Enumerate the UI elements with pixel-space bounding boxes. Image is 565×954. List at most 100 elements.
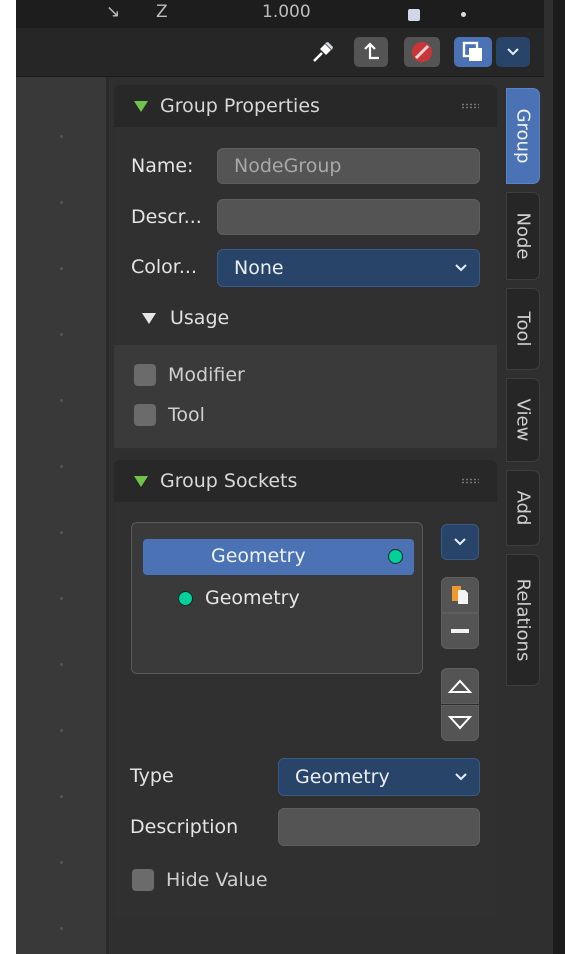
socket-description-label: Description [130, 816, 239, 838]
checkbox-box[interactable] [132, 869, 154, 891]
name-row: Name: [131, 155, 193, 177]
grid-dot [60, 135, 63, 138]
tab-label: Node [512, 212, 534, 260]
node-editor-sidebar-area: ↘ Z 1.000 Group Properties Name: NodeGro… [16, 0, 556, 954]
editor-header [16, 28, 544, 77]
color-dropdown[interactable]: None [217, 249, 480, 287]
expand-triangle-icon [134, 475, 148, 487]
triangle-down-icon [448, 716, 472, 730]
socket-type-icon [408, 9, 420, 21]
usage-subpanel: Modifier Tool [114, 345, 497, 448]
tab-node[interactable]: Node [506, 192, 540, 280]
grid-dot [60, 531, 63, 534]
socket-type-dropdown[interactable]: Geometry [278, 758, 480, 796]
description-row: Descr... [131, 206, 202, 228]
tab-label: Add [512, 490, 534, 526]
color-label: Color... [131, 256, 197, 278]
tab-label: Relations [512, 578, 534, 662]
socket-name: Geometry [211, 545, 306, 567]
tab-group[interactable]: Group [506, 88, 540, 184]
tab-relations[interactable]: Relations [506, 554, 540, 686]
tab-tool[interactable]: Tool [506, 288, 540, 370]
chevron-down-icon [454, 538, 466, 546]
checkbox-box[interactable] [134, 404, 156, 426]
socket-name: Geometry [205, 587, 300, 609]
chevron-down-icon [455, 773, 467, 781]
tab-add[interactable]: Add [506, 470, 540, 546]
grid-dot [60, 267, 63, 270]
socket-list[interactable]: Geometry Geometry [131, 522, 423, 674]
overlay-toggle-button[interactable] [454, 37, 492, 67]
group-sockets-header[interactable]: Group Sockets [114, 460, 497, 502]
duplicate-icon [452, 586, 468, 604]
color-row: Color... [131, 256, 197, 278]
name-label: Name: [131, 155, 194, 177]
group-properties-panel: Group Properties Name: NodeGroup Descr..… [114, 85, 497, 451]
modifier-checkbox[interactable]: Modifier [134, 364, 245, 386]
socket-type-value: Geometry [295, 766, 390, 788]
name-field[interactable]: NodeGroup [217, 148, 480, 184]
drag-grip-icon[interactable] [461, 478, 479, 484]
grid-dot [60, 333, 63, 336]
hide-value-checkbox[interactable]: Hide Value [132, 869, 268, 891]
move-socket-down-button[interactable] [441, 705, 479, 741]
grid-dot [60, 201, 63, 204]
pin-icon [313, 42, 333, 62]
socket-description-field[interactable] [278, 808, 480, 846]
minus-icon [451, 629, 469, 633]
parent-arrow-icon [364, 42, 379, 60]
geometry-socket-icon [388, 549, 403, 564]
tab-label: Group [512, 108, 534, 164]
overlay-options-button[interactable] [496, 37, 530, 67]
remove-socket-button[interactable] [441, 613, 479, 649]
modifier-label: Modifier [168, 364, 245, 386]
tool-label: Tool [168, 404, 205, 426]
add-socket-menu-button[interactable] [441, 524, 479, 560]
grid-dot [60, 597, 63, 600]
tool-checkbox[interactable]: Tool [134, 404, 205, 426]
collapse-triangle-icon [142, 312, 156, 324]
node-wrangler-icon [412, 42, 432, 62]
tab-view[interactable]: View [506, 378, 540, 462]
type-row: Type [130, 765, 174, 787]
group-sockets-panel: Group Sockets Geometry Geometry Type Geo… [114, 460, 497, 918]
expand-triangle-icon [134, 100, 148, 112]
axis-label: Z [156, 2, 168, 22]
duplicate-socket-button[interactable] [441, 577, 479, 613]
tab-label: View [512, 398, 534, 442]
chevron-down-icon [455, 264, 467, 272]
overlay-toggle-icon [462, 41, 482, 61]
chevron-down-icon [507, 48, 519, 56]
grid-dot [60, 795, 63, 798]
geometry-socket-icon [178, 590, 193, 606]
socket-list-item-output[interactable]: Geometry [143, 539, 414, 575]
grid-dot [60, 663, 63, 666]
grid-dot [60, 861, 63, 864]
usage-subpanel-header[interactable]: Usage [142, 307, 229, 329]
axis-value[interactable]: 1.000 [262, 2, 311, 22]
socket-list-item-input[interactable]: Geometry [178, 587, 300, 609]
checkbox-box[interactable] [134, 364, 156, 386]
parent-node-tree-button[interactable] [354, 37, 388, 67]
move-socket-up-button[interactable] [441, 668, 479, 704]
tab-label: Tool [512, 311, 534, 347]
description-field[interactable] [217, 199, 480, 235]
panel-title: Group Properties [160, 95, 320, 117]
grid-dot [60, 927, 63, 930]
drag-grip-icon[interactable] [461, 103, 479, 109]
node-wrangler-button[interactable] [404, 37, 440, 67]
pin-button[interactable] [308, 37, 338, 67]
grid-dot [60, 729, 63, 732]
node-canvas[interactable] [16, 77, 106, 954]
group-properties-header[interactable]: Group Properties [114, 85, 497, 127]
socket-description-row: Description [130, 816, 238, 838]
top-strip: ↘ Z 1.000 [16, 0, 544, 28]
description-label: Descr... [131, 206, 202, 228]
usage-title: Usage [170, 307, 230, 329]
dot-icon [461, 12, 466, 17]
region-divider[interactable] [106, 77, 109, 954]
hide-value-label: Hide Value [166, 869, 268, 891]
grid-dot [60, 465, 63, 468]
axis-arrow-icon: ↘ [106, 2, 121, 22]
type-label: Type [130, 765, 174, 787]
